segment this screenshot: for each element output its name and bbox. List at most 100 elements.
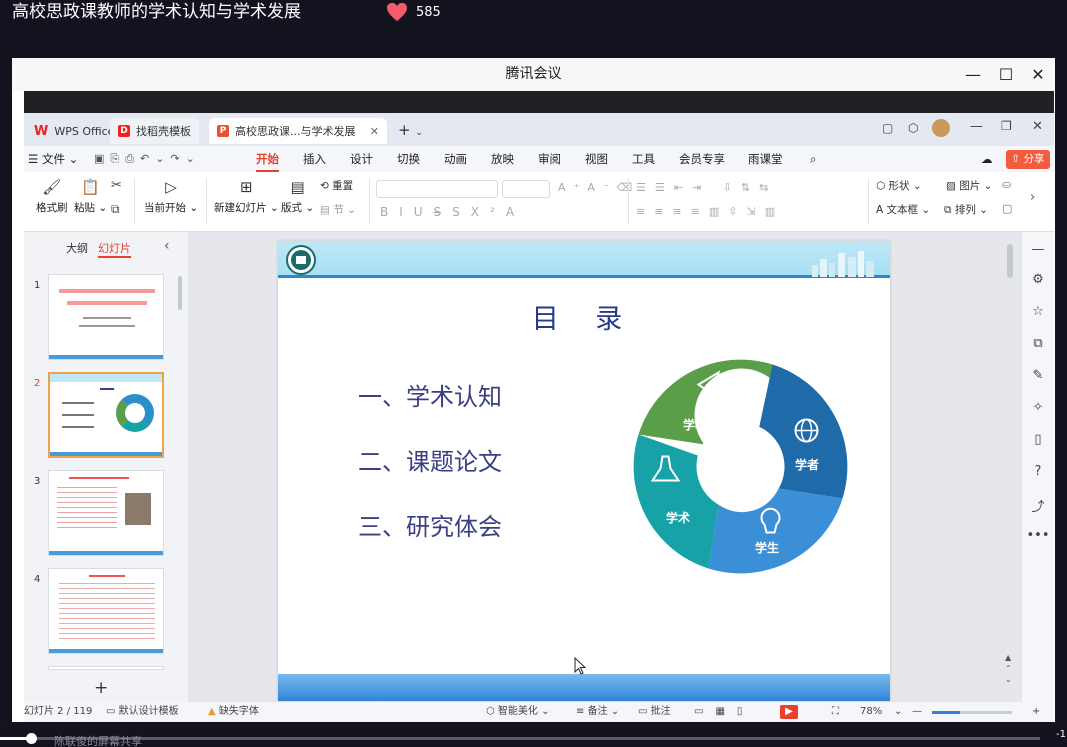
file-menu[interactable]: ☰ 文件 ⌄	[28, 146, 78, 172]
comments-button[interactable]: ▭ 批注	[638, 705, 671, 719]
university-emblem-icon	[286, 245, 316, 275]
quick-access-icons[interactable]: ▣⎘⎙↶⌄↷⌄	[94, 152, 201, 166]
font-family-select[interactable]	[376, 180, 498, 198]
text-format-controls[interactable]: BIUS̶SX²A	[380, 205, 525, 219]
help-icon[interactable]: ?	[1022, 464, 1054, 479]
cloud-sync-icon[interactable]: ☁	[981, 146, 993, 172]
menu-animation[interactable]: 动画	[444, 146, 467, 172]
section-button[interactable]: ▤ 节 ⌄	[320, 202, 356, 217]
slide-thumbnail-2[interactable]	[48, 372, 164, 458]
fill-icon[interactable]: ⛀	[1002, 178, 1011, 191]
page-nav-arrows[interactable]: ▲ ⌃ ⌄	[1005, 652, 1012, 685]
collapse-icon[interactable]: —	[1022, 242, 1054, 257]
tab-outline[interactable]: 大纲	[66, 240, 88, 256]
tab-wps-office[interactable]: W WPS Office	[26, 118, 122, 144]
menu-rain-classroom[interactable]: 雨课堂	[748, 146, 783, 172]
menu-tools[interactable]: 工具	[632, 146, 655, 172]
share-sidebar-icon[interactable]: ⤴	[1022, 496, 1054, 515]
agenda-item-3: 三、研究体会	[358, 513, 502, 541]
panel-scrollbar[interactable]	[178, 276, 182, 310]
arrange-button[interactable]: ⧉ 排列 ⌄	[944, 202, 988, 217]
reset-button[interactable]: ⟲ 重置	[320, 178, 353, 193]
wps-minimize-button[interactable]: —	[970, 119, 983, 134]
design-template-button[interactable]: ▭ 默认设计模板	[106, 705, 179, 719]
maximize-button[interactable]: ☐	[989, 58, 1023, 91]
menu-review[interactable]: 审阅	[538, 146, 561, 172]
menu-insert[interactable]: 插入	[303, 146, 326, 172]
more-icon[interactable]: •••	[1022, 528, 1054, 543]
paste-button[interactable]: 📋 粘贴 ⌄	[74, 178, 107, 215]
outline-icon[interactable]: ▢	[1002, 202, 1012, 215]
close-button[interactable]: ✕	[1021, 58, 1055, 91]
play-slideshow-button[interactable]: ▶	[780, 705, 798, 719]
thumb-number: 2	[34, 378, 41, 389]
docer-icon: D	[118, 125, 130, 137]
zoom-in-button[interactable]: +	[1032, 705, 1040, 719]
tab-template[interactable]: D 找稻壳模板	[110, 118, 199, 144]
cube-icon[interactable]: ⬡	[908, 121, 918, 135]
copy-icon[interactable]: ⧉	[111, 202, 120, 217]
play-icon: ▷	[165, 178, 177, 196]
transition-icon[interactable]: ⧉	[1022, 336, 1054, 351]
layout-icon[interactable]: ▢	[882, 121, 893, 135]
picture-button[interactable]: ▨ 图片 ⌄	[946, 178, 992, 193]
minimize-button[interactable]: —	[956, 58, 990, 91]
like-count: 585	[416, 4, 441, 20]
slide-thumbnail-5[interactable]	[48, 666, 164, 670]
progress-track[interactable]	[0, 737, 1040, 740]
zoom-level[interactable]: 78%	[860, 705, 882, 719]
right-sidebar: — ⚙ ☆ ⧉ ✎ ✧ ▯ ? ⤴ •••	[1022, 232, 1054, 702]
menu-home[interactable]: 开始	[256, 146, 279, 172]
canvas-scrollbar[interactable]	[1007, 244, 1013, 278]
animation-icon[interactable]: ✎	[1022, 368, 1054, 383]
book-icon[interactable]: ▯	[1022, 432, 1054, 447]
font-size-select[interactable]	[502, 180, 550, 198]
magic-icon[interactable]: ✧	[1022, 400, 1054, 415]
paragraph-controls[interactable]: ☰☰⇤⇥ ⇩⇅⇆	[636, 181, 777, 194]
zoom-dropdown-icon[interactable]: ⌄	[894, 705, 902, 719]
new-slide-button[interactable]: ⊞ 新建幻灯片 ⌄	[214, 178, 279, 215]
like-button[interactable]: 585	[386, 2, 441, 22]
shape-button[interactable]: ⬡ 形状 ⌄	[876, 178, 922, 193]
layout-button[interactable]: ▤ 版式 ⌄	[281, 178, 314, 215]
format-brush-button[interactable]: 🖌 格式刷	[36, 178, 68, 215]
missing-font-button[interactable]: ▲ 缺失字体	[208, 705, 259, 719]
smart-beautify-button[interactable]: ⬡ 智能美化 ⌄	[486, 705, 549, 719]
current-slide[interactable]: 目 录 一、学术认知 二、课题论文 三、研究体会 学科 学者 学生 学术	[278, 241, 890, 701]
close-tab-icon[interactable]: ✕	[370, 125, 379, 138]
view-mode-buttons[interactable]: ▭▦▯	[694, 705, 754, 719]
slide-footer-band	[278, 674, 890, 701]
zoom-out-button[interactable]: —	[912, 705, 922, 719]
share-toolbar-band	[24, 91, 1054, 113]
menu-slideshow[interactable]: 放映	[491, 146, 514, 172]
add-slide-button[interactable]: +	[94, 678, 108, 698]
tab-document[interactable]: P 高校思政课...与学术发展 ✕	[209, 118, 387, 144]
meeting-window: 腾讯会议 — ☐ ✕ W WPS Office D 找稻壳模板 P 高校思政课.…	[12, 58, 1055, 722]
wps-restore-button[interactable]: ❐	[1001, 119, 1012, 133]
menu-design[interactable]: 设计	[350, 146, 373, 172]
progress-knob[interactable]	[26, 733, 37, 744]
align-controls[interactable]: ≡≡≡≡▥⇳⇲▥	[636, 205, 784, 218]
tab-slides[interactable]: 幻灯片	[98, 240, 131, 258]
share-button[interactable]: ⇧ 分享	[1006, 150, 1050, 169]
fit-icon[interactable]: ⛶	[832, 705, 839, 719]
star-icon[interactable]: ☆	[1022, 304, 1054, 319]
textbox-button[interactable]: A 文本框 ⌄	[876, 202, 930, 217]
properties-icon[interactable]: ⚙	[1022, 272, 1054, 287]
play-from-current-button[interactable]: ▷ 当前开始 ⌄	[144, 178, 198, 215]
collapse-panel-icon[interactable]: ‹	[164, 238, 170, 254]
slide-thumbnail-1[interactable]	[48, 274, 164, 360]
notes-button[interactable]: ≡ 备注 ⌄	[576, 705, 619, 719]
menu-member[interactable]: 会员专享	[679, 146, 725, 172]
new-tab-button[interactable]: + ⌄	[398, 121, 423, 139]
menu-view[interactable]: 视图	[585, 146, 608, 172]
cut-icon[interactable]: ✂	[111, 178, 122, 193]
menu-transition[interactable]: 切换	[397, 146, 420, 172]
wps-close-button[interactable]: ✕	[1032, 119, 1043, 134]
slide-thumbnail-3[interactable]	[48, 470, 164, 556]
slide-thumbnail-4[interactable]	[48, 568, 164, 654]
search-icon[interactable]: ⌕	[810, 146, 816, 172]
slide-counter: 幻灯片 2 / 119	[24, 706, 93, 717]
avatar[interactable]	[932, 119, 950, 137]
ribbon-expand-icon[interactable]: ›	[1030, 190, 1035, 205]
